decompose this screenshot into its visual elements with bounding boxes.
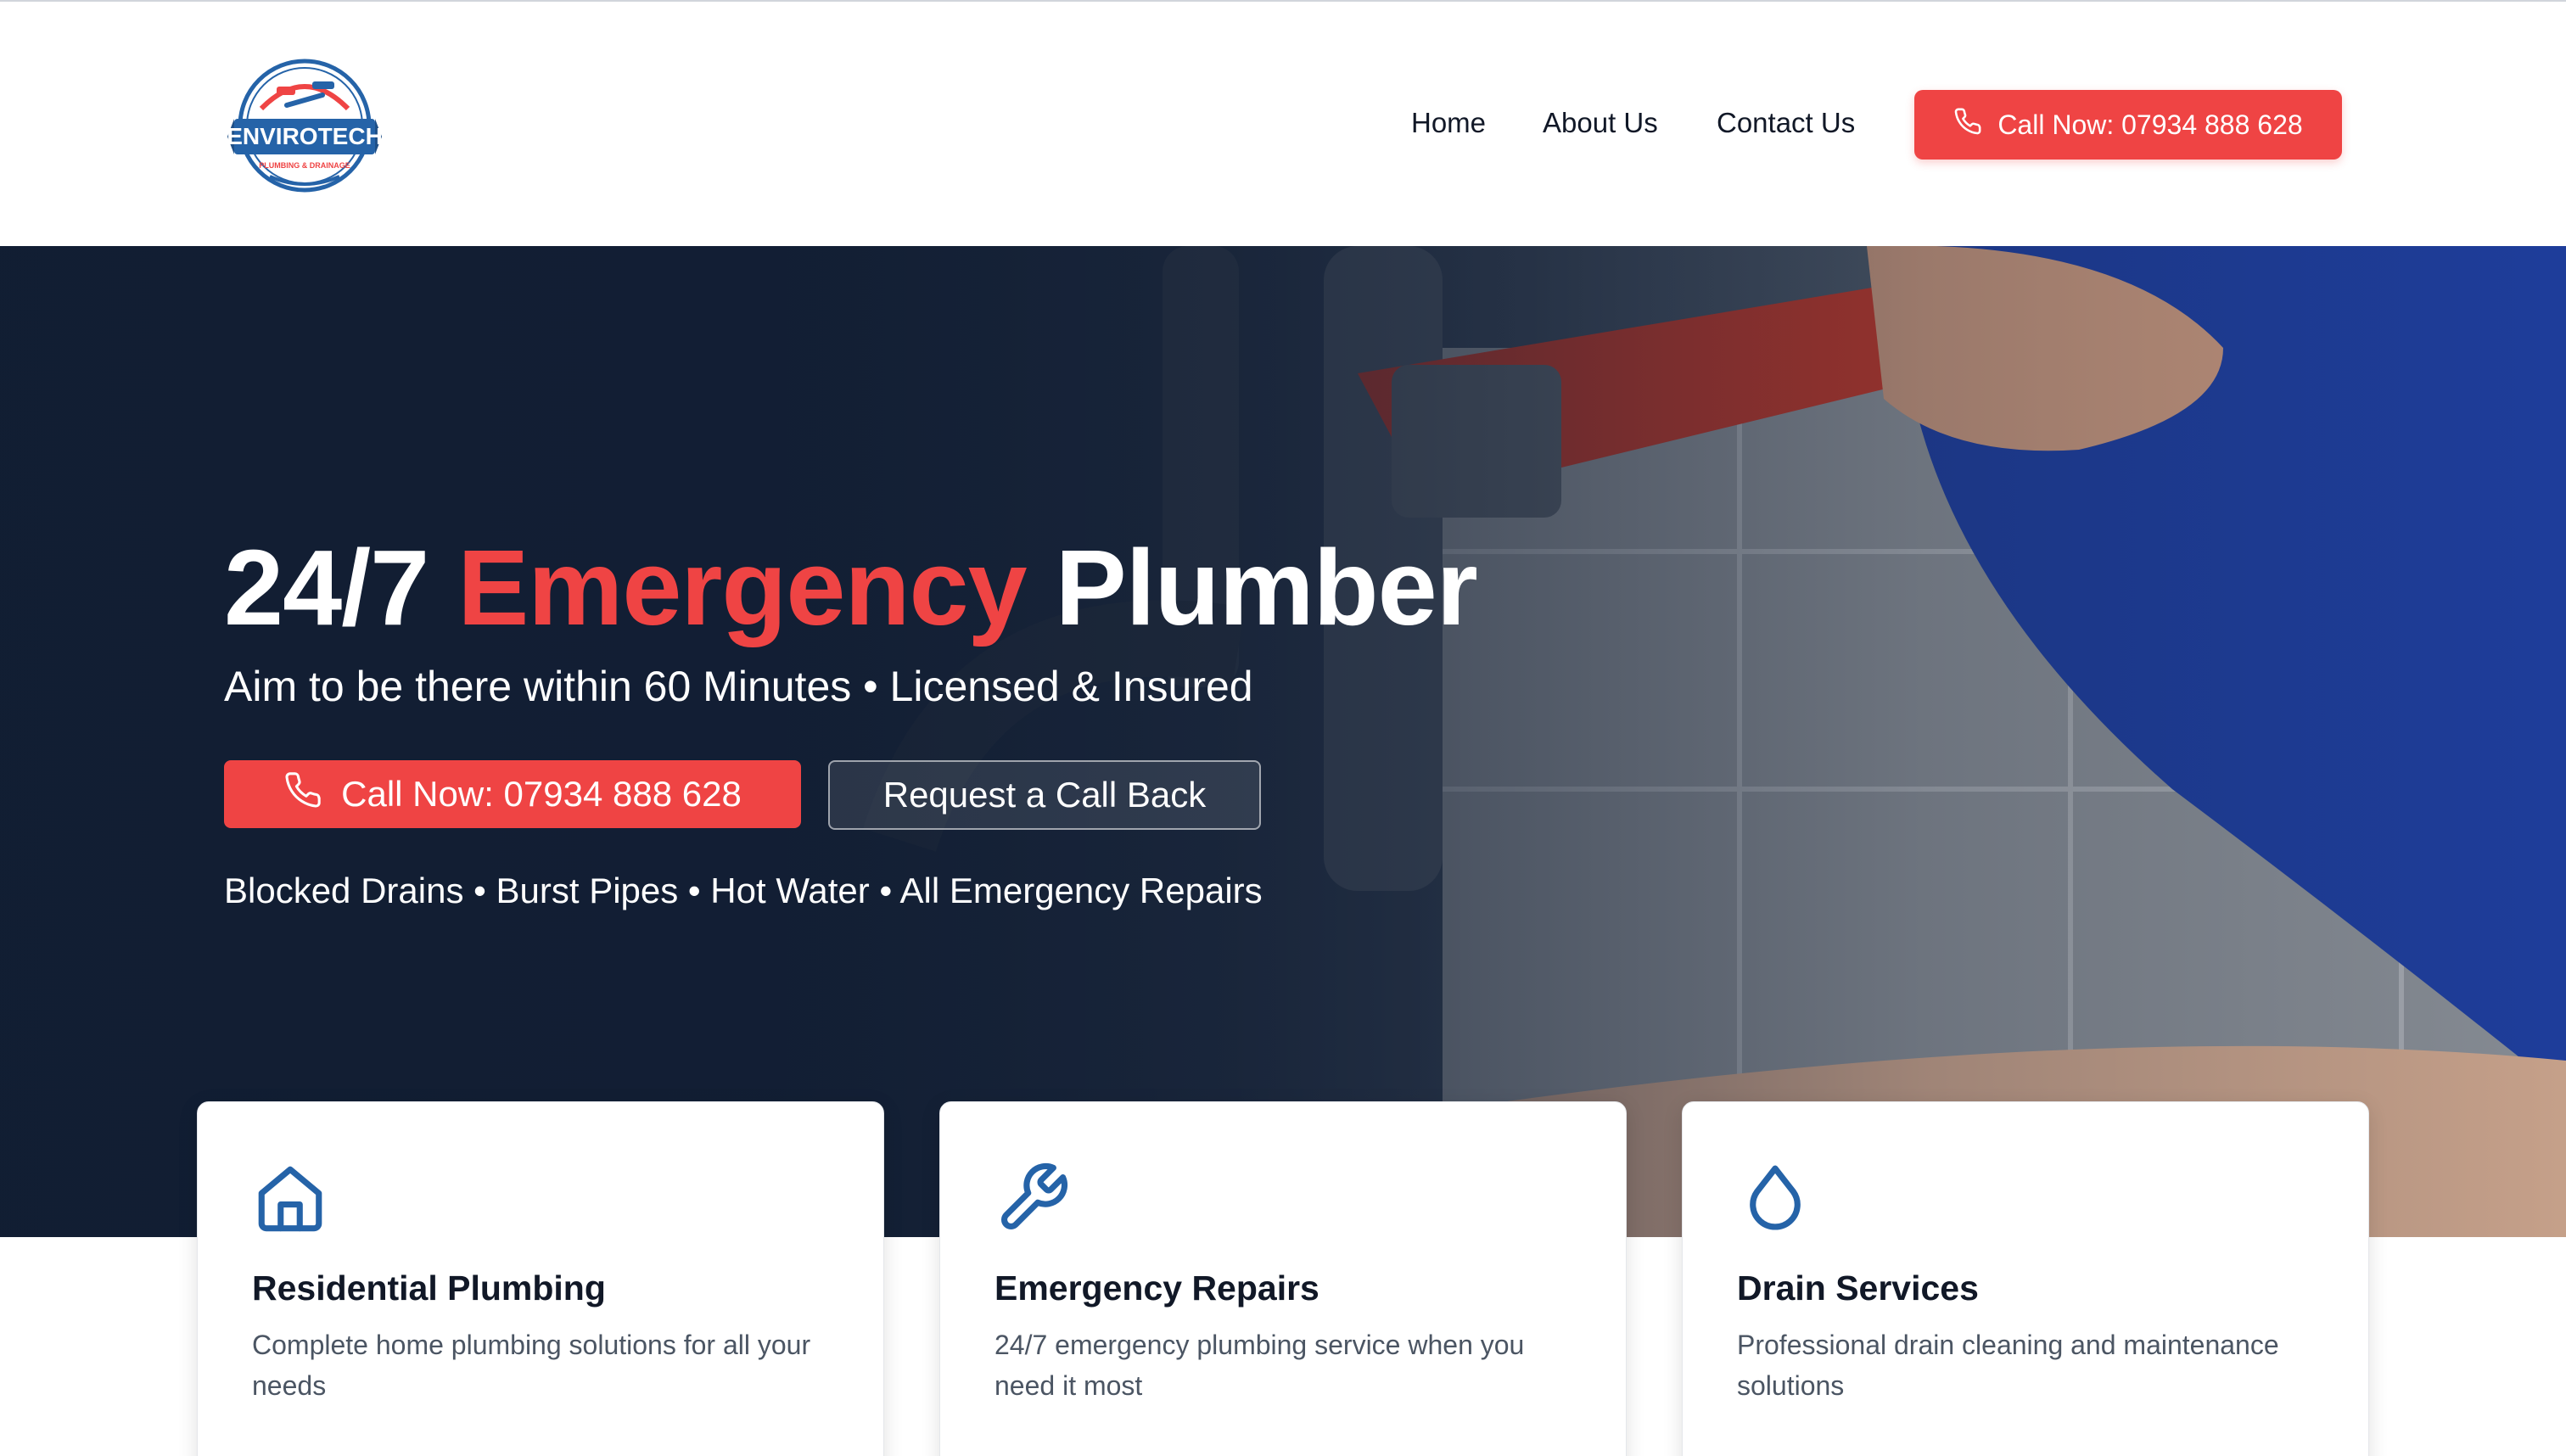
card-title: Drain Services <box>1737 1268 1979 1308</box>
header-call-now-button[interactable]: Call Now: 07934 888 628 <box>1914 90 2342 160</box>
phone-icon <box>283 770 322 818</box>
service-card-residential[interactable]: Residential Plumbing Complete home plumb… <box>197 1101 884 1456</box>
phone-icon <box>1953 107 1982 143</box>
service-card-emergency[interactable]: Emergency Repairs 24/7 emergency plumbin… <box>939 1101 1627 1456</box>
nav-home[interactable]: Home <box>1411 107 1486 139</box>
page: ENVIROTECH PLUMBING & DRAINAGE Home Abou… <box>0 0 2566 1456</box>
request-call-back-button[interactable]: Request a Call Back <box>828 760 1261 830</box>
envirotech-logo[interactable]: ENVIROTECH PLUMBING & DRAINAGE <box>227 56 383 195</box>
hero-call-now-button[interactable]: Call Now: 07934 888 628 <box>224 760 801 828</box>
hero-subtitle: Aim to be there within 60 Minutes • Lice… <box>224 663 1253 710</box>
card-title: Residential Plumbing <box>252 1268 606 1308</box>
nav-about-us[interactable]: About Us <box>1543 107 1658 139</box>
nav-contact-us[interactable]: Contact Us <box>1717 107 1855 139</box>
hero-section: 24/7 Emergency Plumber Aim to be there w… <box>0 246 2566 1237</box>
logo-text: ENVIROTECH <box>227 123 382 149</box>
card-description: 24/7 emergency plumbing service when you… <box>994 1330 1525 1401</box>
house-icon <box>252 1160 328 1236</box>
hero-call-now-label: Call Now: 07934 888 628 <box>341 774 742 814</box>
service-card-drain[interactable]: Drain Services Professional drain cleani… <box>1682 1101 2369 1456</box>
logo-graphic: ENVIROTECH PLUMBING & DRAINAGE <box>227 59 383 193</box>
hero-title: 24/7 Emergency Plumber <box>224 526 1478 649</box>
card-description: Complete home plumbing solutions for all… <box>252 1330 811 1401</box>
hero-title-part1: 24/7 <box>224 528 458 647</box>
hero-services-list: Blocked Drains • Burst Pipes • Hot Water… <box>224 871 1263 910</box>
site-header: ENVIROTECH PLUMBING & DRAINAGE Home Abou… <box>0 2 2566 246</box>
card-description: Professional drain cleaning and maintena… <box>1737 1330 2279 1401</box>
wrench-icon <box>994 1160 1071 1236</box>
logo-subtext: PLUMBING & DRAINAGE <box>259 161 350 170</box>
water-drop-icon <box>1737 1160 1813 1236</box>
hero-title-part2: Plumber <box>1026 528 1478 647</box>
card-title: Emergency Repairs <box>994 1268 1319 1308</box>
hero-overlay <box>0 246 2566 1237</box>
hero-title-accent: Emergency <box>457 528 1027 647</box>
header-call-now-label: Call Now: 07934 888 628 <box>1997 109 2303 140</box>
